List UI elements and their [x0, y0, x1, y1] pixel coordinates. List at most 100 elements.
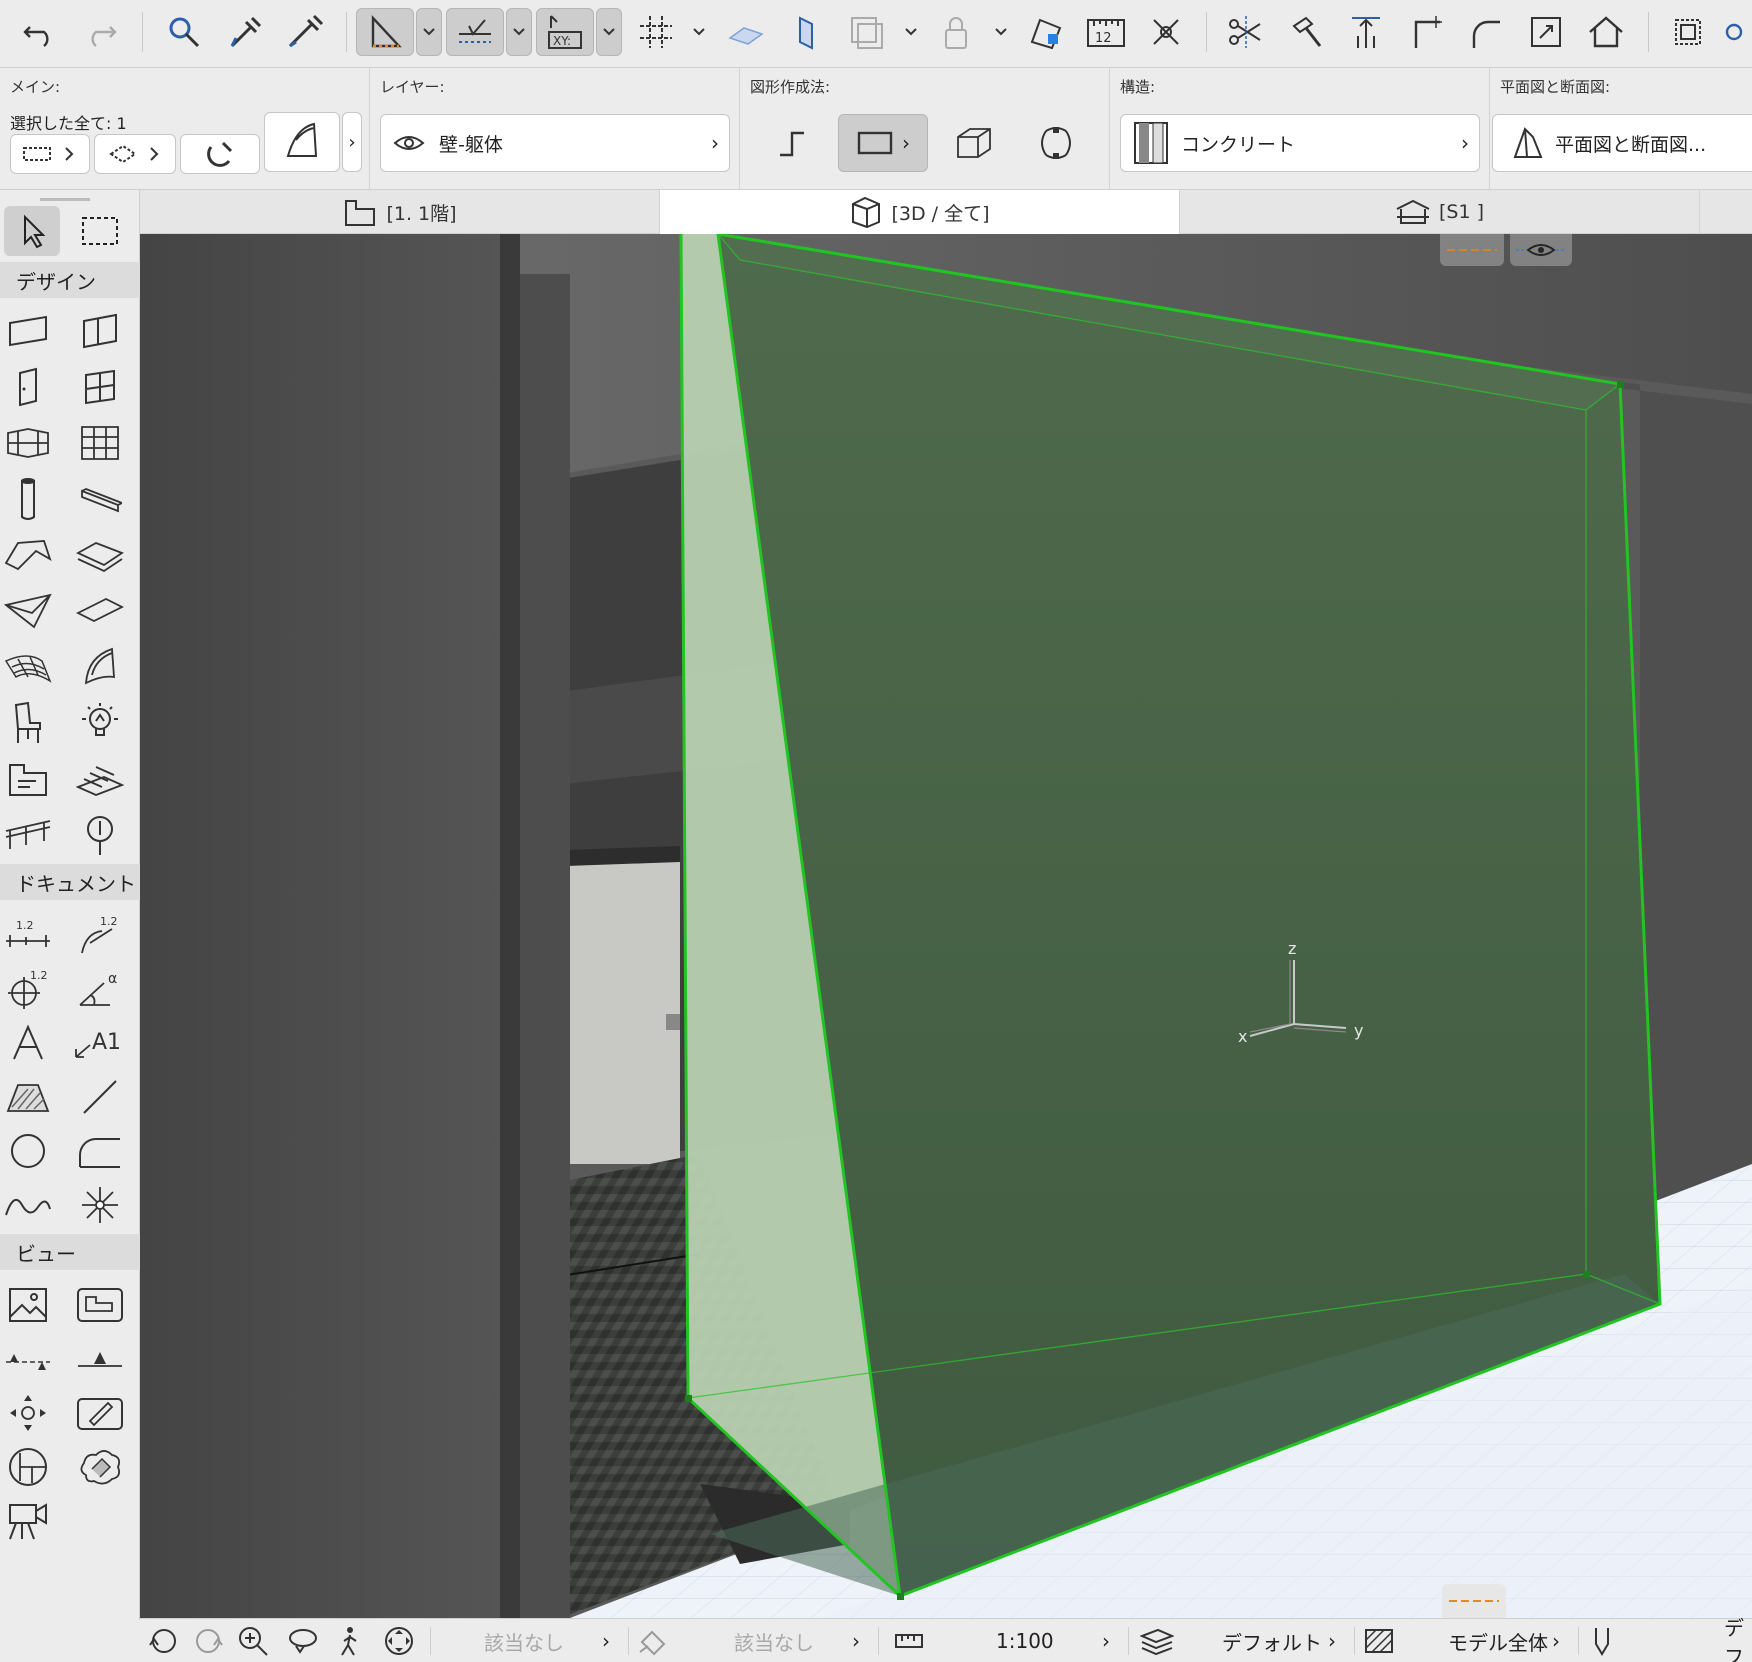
label-tool[interactable]: A1 — [72, 1018, 128, 1068]
selection-mode-select[interactable] — [94, 134, 176, 174]
angle-dimension-tool[interactable]: α — [72, 964, 128, 1014]
roof-button[interactable] — [1582, 8, 1630, 56]
slab-tool[interactable] — [72, 530, 128, 580]
hotspot-tool[interactable] — [72, 1180, 128, 1230]
find-select-button[interactable] — [160, 8, 208, 56]
tab-section[interactable]: [S1 ] — [1180, 190, 1700, 234]
curtain-wall-tool[interactable] — [0, 418, 56, 468]
pen-set-icon-button[interactable] — [1140, 1619, 1174, 1662]
bottom-structure-toggle[interactable] — [1442, 1584, 1506, 1618]
tab-3d[interactable]: [3D / 全て] — [660, 190, 1180, 234]
dimension-standard-icon-button[interactable] — [1590, 1619, 1614, 1662]
figure-tool[interactable] — [0, 1280, 56, 1330]
zoom-in-button[interactable] — [236, 1619, 270, 1662]
split-button[interactable] — [1222, 8, 1270, 56]
pick-up-button[interactable] — [220, 8, 268, 56]
pen-set-select[interactable]: デフォルト — [1222, 1619, 1322, 1662]
curtain-wall-panel-tool[interactable] — [72, 306, 128, 356]
redo-view-button[interactable] — [190, 1619, 226, 1662]
layer-select[interactable]: 壁-躯体 › — [380, 114, 730, 172]
level-dimension-tool[interactable]: 1.2 — [0, 964, 56, 1014]
layer-combination-1-chevron[interactable]: › — [602, 1619, 610, 1662]
dimension-standard-select[interactable]: デフ — [1724, 1616, 1752, 1662]
scale-select[interactable]: 1:100 — [996, 1619, 1054, 1662]
shell-tool[interactable] — [0, 586, 56, 636]
grid-snap-button[interactable] — [632, 8, 680, 56]
mesh-tool[interactable] — [72, 586, 128, 636]
model-view-icon-button[interactable] — [1364, 1619, 1394, 1662]
element-id-select[interactable] — [10, 134, 90, 174]
geometry-single-button[interactable] — [762, 114, 822, 172]
drawing-tool[interactable] — [72, 1280, 128, 1330]
adjust-button[interactable] — [1282, 8, 1330, 56]
grid-dropdown[interactable] — [686, 8, 712, 56]
partial-structure-toggle[interactable] — [1440, 234, 1504, 266]
scale-chevron[interactable]: › — [1102, 1619, 1110, 1662]
grid-element-tool[interactable] — [72, 418, 128, 468]
structure-select[interactable]: コンクリート › — [1120, 114, 1480, 172]
explore-button[interactable] — [336, 1619, 364, 1662]
door-tool[interactable] — [0, 362, 56, 412]
section-tool[interactable] — [0, 1334, 56, 1384]
visibility-toggle[interactable] — [1510, 234, 1572, 266]
window-tool[interactable] — [72, 362, 128, 412]
graphic-override-button[interactable] — [638, 1619, 668, 1662]
geometry-rectangle-button[interactable]: › — [838, 114, 928, 172]
interior-elevation-tool[interactable] — [0, 1388, 56, 1438]
ghost-story-button[interactable] — [842, 8, 890, 56]
circle-tool[interactable] — [0, 1126, 56, 1176]
snap-dropdown[interactable] — [506, 8, 532, 56]
lock-dropdown[interactable] — [988, 8, 1014, 56]
wall-type-button[interactable] — [264, 112, 340, 172]
worksheet-tool[interactable] — [72, 1388, 128, 1438]
guide-dropdown[interactable] — [416, 8, 442, 56]
zone-tool[interactable] — [0, 754, 56, 804]
link-button[interactable] — [1718, 8, 1752, 56]
change-tool[interactable] — [72, 1442, 128, 1492]
measure-button[interactable]: 12 — [1082, 8, 1130, 56]
layer-combination-2[interactable]: 該当なし — [734, 1619, 814, 1662]
snap-button[interactable] — [446, 8, 504, 56]
document-group-header[interactable]: ドキュメント — [0, 864, 140, 900]
dimension-tool[interactable]: 1.2 — [0, 910, 56, 960]
object-surface-tool[interactable] — [72, 642, 128, 692]
ghost-dropdown[interactable] — [898, 8, 924, 56]
detail-tool[interactable] — [0, 1442, 56, 1492]
model-view-select[interactable]: モデル全体 — [1448, 1619, 1548, 1662]
fit-in-window-button[interactable] — [382, 1619, 416, 1662]
trace-button[interactable] — [1022, 8, 1070, 56]
undo-view-button[interactable] — [146, 1619, 182, 1662]
design-group-header[interactable]: デザイン — [0, 262, 140, 298]
radial-dimension-tool[interactable]: 1.2 — [72, 910, 128, 960]
text-tool[interactable] — [0, 1018, 56, 1068]
morph-tool[interactable] — [0, 642, 56, 692]
skylight-tool[interactable] — [72, 810, 128, 860]
3d-scene[interactable]: z x y — [140, 234, 1752, 1618]
scale-icon-button[interactable] — [894, 1619, 924, 1662]
orbit-button[interactable] — [286, 1619, 320, 1662]
3d-viewport[interactable]: z x y — [140, 234, 1752, 1618]
spline-tool[interactable] — [0, 1180, 56, 1230]
object-tool[interactable] — [0, 698, 56, 748]
view-group-header[interactable]: ビュー — [0, 1234, 140, 1270]
stair-tool[interactable] — [72, 754, 128, 804]
undo-button[interactable] — [16, 8, 64, 56]
redo-button[interactable] — [76, 8, 124, 56]
geometry-box-button[interactable] — [944, 114, 1004, 172]
tab-floor-plan[interactable]: [1. 1階] — [140, 190, 660, 234]
beam-tool[interactable] — [72, 474, 128, 524]
railing-tool[interactable] — [0, 810, 56, 860]
arrow-tool[interactable] — [4, 206, 60, 256]
group-button[interactable] — [1664, 8, 1712, 56]
resize-button[interactable] — [1522, 8, 1570, 56]
wall-tool[interactable] — [0, 306, 56, 356]
guide-lines-button[interactable] — [356, 8, 414, 56]
lock-button[interactable] — [932, 8, 980, 56]
lamp-tool[interactable] — [72, 698, 128, 748]
elevation-tool[interactable] — [72, 1334, 128, 1384]
camera-tool[interactable] — [0, 1496, 56, 1546]
edit-plane-vertical-button[interactable] — [782, 8, 830, 56]
layer-combination-2-chevron[interactable]: › — [852, 1619, 860, 1662]
corner-button[interactable] — [1402, 8, 1450, 56]
fillet-button[interactable] — [1462, 8, 1510, 56]
